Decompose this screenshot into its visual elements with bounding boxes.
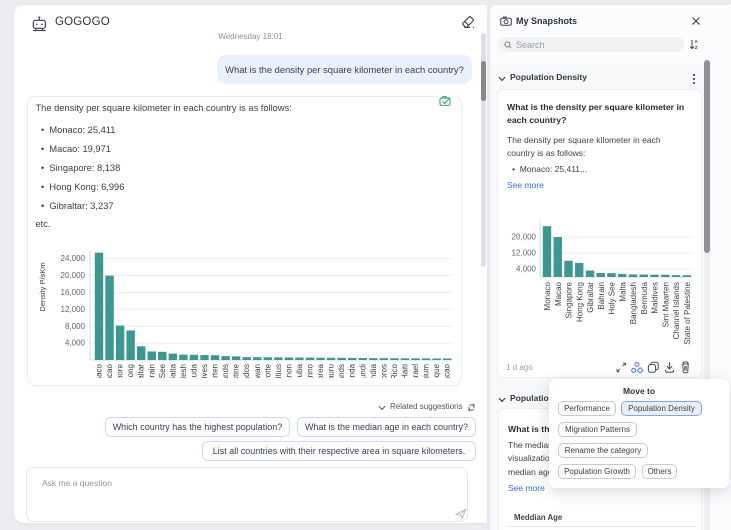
svg-text:Z: Z: [695, 45, 698, 50]
svg-text:Density P/sKm: Density P/sKm: [38, 262, 47, 311]
svg-text:Monaco: Monaco: [95, 363, 104, 378]
svg-text:South Korea: South Korea: [316, 363, 325, 378]
svg-text:Singapore: Singapore: [116, 363, 125, 378]
svg-text:Taiwan: Taiwan: [253, 364, 262, 378]
svg-text:A: A: [695, 39, 699, 44]
svg-text:20,000: 20,000: [61, 271, 86, 280]
svg-text:San Marino: San Marino: [306, 363, 315, 378]
svg-text:Nauru: Nauru: [327, 364, 336, 378]
svg-text:Burundi: Burundi: [358, 364, 367, 378]
svg-text:Malta: Malta: [618, 281, 627, 301]
svg-text:Channel Islands: Channel Islands: [221, 364, 230, 378]
svg-text:Maldives: Maldives: [200, 364, 209, 378]
svg-text:State of Palestine: State of Palestine: [232, 363, 241, 378]
svg-text:24,000: 24,000: [61, 254, 86, 263]
svg-text:Holy See: Holy See: [608, 281, 617, 314]
svg-text:Maldives: Maldives: [651, 282, 660, 314]
svg-text:Hong Kong: Hong Kong: [126, 364, 135, 378]
svg-text:16,000: 16,000: [61, 288, 86, 297]
svg-text:Malta: Malta: [168, 363, 177, 378]
svg-text:12,000: 12,000: [61, 305, 86, 314]
svg-text:Netherlands: Netherlands: [337, 364, 346, 378]
svg-text:Monaco: Monaco: [543, 281, 552, 310]
svg-text:Lebanon: Lebanon: [284, 364, 293, 378]
svg-text:Comoros: Comoros: [379, 364, 388, 378]
svg-text:Curacao: Curacao: [443, 363, 452, 378]
svg-text:12,000: 12,000: [512, 249, 537, 258]
svg-text:Barbados: Barbados: [242, 364, 251, 378]
svg-text:Puerto Rico: Puerto Rico: [390, 363, 399, 378]
svg-text:Bermuda: Bermuda: [189, 363, 198, 378]
svg-text:Channel Islands: Channel Islands: [672, 282, 681, 339]
svg-text:Aruba: Aruba: [295, 363, 304, 378]
svg-text:4,000: 4,000: [65, 339, 86, 348]
svg-text:Macao: Macao: [554, 281, 563, 306]
svg-text:Holy See: Holy See: [158, 363, 167, 378]
svg-text:Rwanda: Rwanda: [348, 363, 357, 378]
svg-text:India: India: [369, 363, 378, 378]
svg-text:20,000: 20,000: [512, 233, 537, 242]
svg-text:Mauritius: Mauritius: [274, 364, 283, 378]
svg-text:Macao: Macao: [105, 363, 114, 378]
svg-text:Bangladesh: Bangladesh: [179, 364, 188, 378]
svg-text:Belgium: Belgium: [422, 364, 431, 378]
svg-text:Bangladesh: Bangladesh: [629, 282, 638, 324]
svg-text:Bermuda: Bermuda: [640, 281, 649, 314]
svg-text:Gibraltar: Gibraltar: [137, 364, 146, 378]
svg-text:Hong Kong: Hong Kong: [575, 282, 584, 322]
svg-text:8,000: 8,000: [65, 322, 86, 331]
svg-text:Sint Maarten: Sint Maarten: [211, 364, 220, 378]
svg-text:Bahrain: Bahrain: [147, 364, 156, 378]
svg-text:State of Palestine: State of Palestine: [683, 281, 692, 344]
svg-text:4,000: 4,000: [516, 265, 537, 274]
svg-text:Mayotte: Mayotte: [263, 363, 272, 378]
svg-text:Sint Maarten: Sint Maarten: [661, 282, 670, 327]
svg-text:Bahrain: Bahrain: [597, 282, 606, 310]
svg-text:Israel: Israel: [411, 364, 420, 378]
svg-text:Martinique: Martinique: [432, 363, 441, 378]
svg-text:Haiti: Haiti: [400, 364, 409, 378]
svg-text:Singapore: Singapore: [565, 281, 574, 318]
svg-text:Gibraltar: Gibraltar: [586, 282, 595, 313]
